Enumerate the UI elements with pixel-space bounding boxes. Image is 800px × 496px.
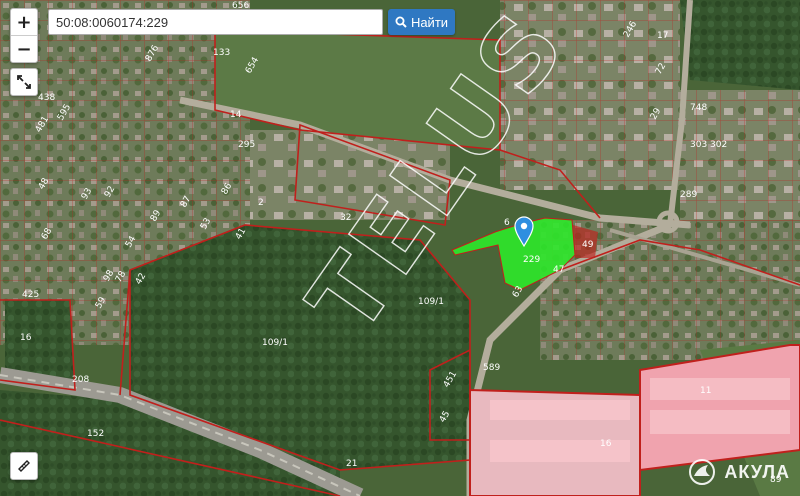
parcel-number-label: 16 xyxy=(600,439,612,449)
shark-logo-icon xyxy=(689,459,716,485)
parcel-number-label: 47 xyxy=(553,265,564,275)
search-button-label: Найти xyxy=(410,14,449,30)
expand-icon xyxy=(17,75,31,89)
map-canvas[interactable]: 229 656133876654438481595 142952324251620… xyxy=(0,0,800,496)
parcel-number-label: 133 xyxy=(213,48,230,58)
parcel-number-label: 289 xyxy=(680,190,697,200)
parcel-number-label: 14 xyxy=(230,110,242,120)
logo-text: АКУЛА xyxy=(724,461,790,482)
parcel-number-label: 748 xyxy=(690,103,707,113)
parcel-number-label: 109/1 xyxy=(262,338,288,348)
parcel-number-label: 17 xyxy=(657,31,668,41)
parcel-number-label: 16 xyxy=(20,333,32,343)
parcel-number-label: 438 xyxy=(38,93,55,103)
parcel-number-label: 152 xyxy=(87,429,104,439)
parcel-number-label: 425 xyxy=(22,290,39,300)
parcel-number-label: 49 xyxy=(582,240,594,250)
parcel-number-label: 2 xyxy=(258,198,264,208)
parcel-number-label: 109/1 xyxy=(418,297,444,307)
selected-parcel-label: 229 xyxy=(523,255,540,265)
parcel-number-label: 589 xyxy=(483,363,500,373)
zoom-control: + − xyxy=(10,8,38,63)
parcel-number-label: 21 xyxy=(346,459,357,469)
parcel-number-label: 6 xyxy=(504,218,510,228)
ruler-icon xyxy=(18,460,30,472)
fullscreen-button[interactable] xyxy=(10,68,38,96)
parcel-number-label: 302 xyxy=(710,140,727,150)
search-button[interactable]: Найти xyxy=(388,9,455,35)
parcel-number-label: 295 xyxy=(238,140,255,150)
search-input[interactable] xyxy=(48,9,383,35)
search-icon xyxy=(395,16,407,28)
zoom-out-button[interactable]: − xyxy=(11,35,37,62)
akula-logo: АКУЛА xyxy=(688,458,790,486)
parcel-number-label: 208 xyxy=(72,375,89,385)
parcel-number-label: 303 xyxy=(690,140,707,150)
zoom-in-button[interactable]: + xyxy=(11,9,37,35)
forest-northeast xyxy=(680,0,800,90)
ruler-button[interactable] xyxy=(10,452,38,480)
parcel-number-label: 11 xyxy=(700,386,711,396)
